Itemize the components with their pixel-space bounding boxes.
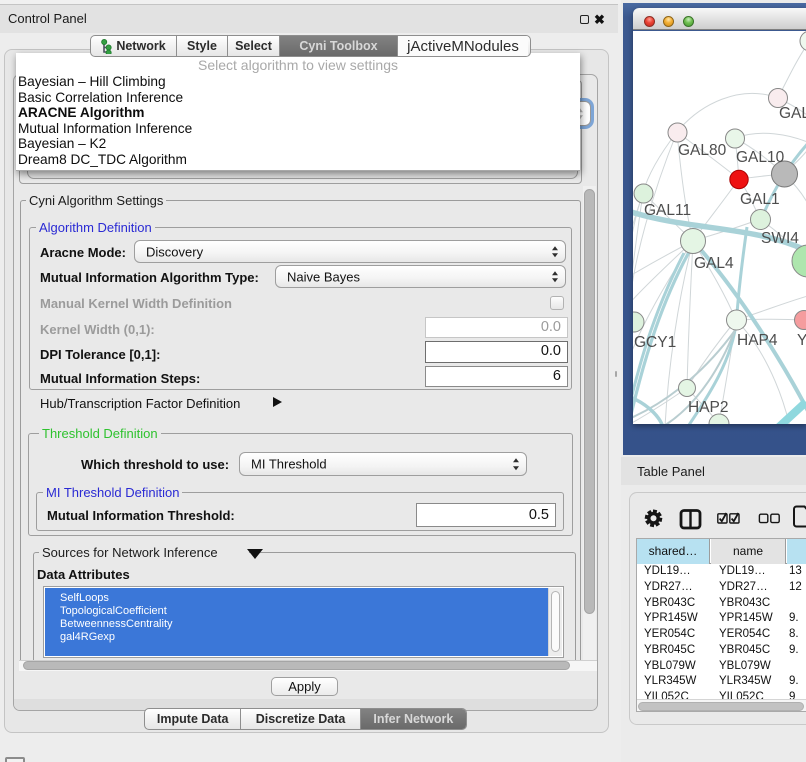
svg-text:HAP2: HAP2: [688, 399, 729, 416]
svg-text:GAL4: GAL4: [694, 255, 734, 272]
svg-text:GCY1: GCY1: [634, 334, 676, 351]
svg-text:GAL7: GAL7: [779, 105, 806, 122]
svg-text:GAL80: GAL80: [678, 142, 727, 159]
svg-text:Y: Y: [797, 332, 806, 349]
svg-text:GAL11: GAL11: [644, 202, 691, 219]
svg-text:SWI4: SWI4: [761, 230, 799, 247]
svg-text:GAL10: GAL10: [736, 149, 785, 166]
svg-text:GAL1: GAL1: [740, 191, 780, 208]
svg-text:HAP4: HAP4: [737, 332, 778, 349]
